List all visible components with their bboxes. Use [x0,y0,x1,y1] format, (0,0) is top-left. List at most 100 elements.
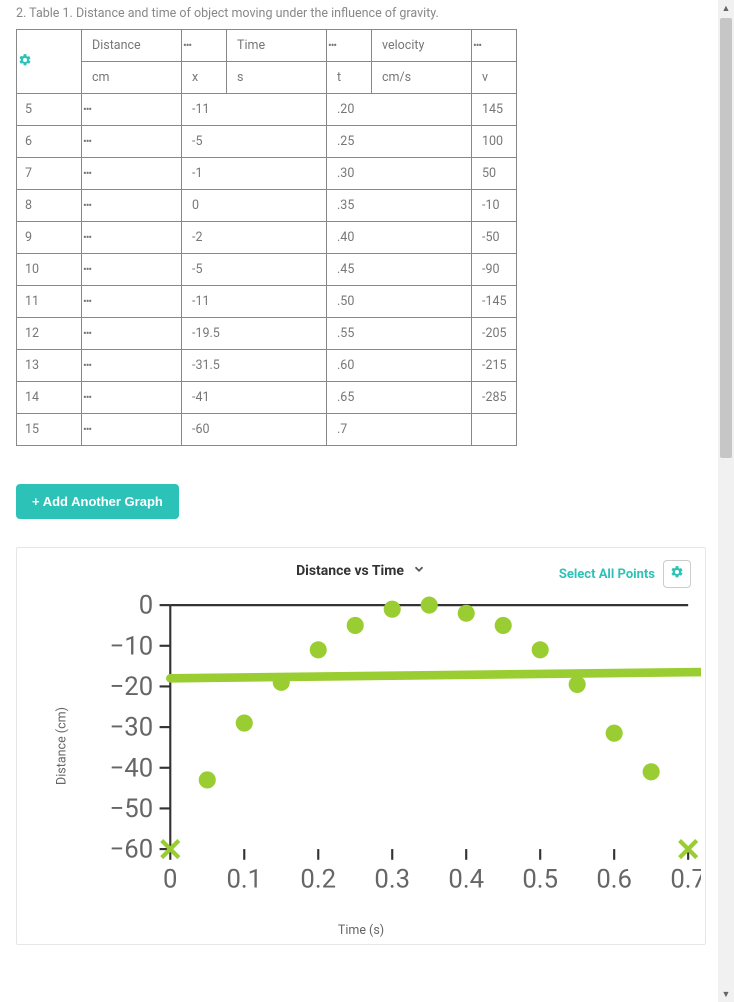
cell-velocity[interactable]: 145 [472,94,517,126]
scroll-thumb[interactable] [720,18,732,458]
row-number: 10 [17,254,82,286]
table-settings-cell[interactable] [17,30,82,94]
table-row: 14••• -41.65-285 [17,382,517,414]
row-menu[interactable]: ••• [82,94,182,126]
chart-card: Distance vs Time Select All Points Dista… [16,547,706,945]
svg-text:0: 0 [163,865,177,895]
sym-distance: x [182,62,227,94]
sym-time: t [327,62,372,94]
scroll-up-button[interactable]: ▲ [718,0,734,16]
more-icon: ••• [83,295,91,308]
cell-distance[interactable]: -11 [182,286,327,318]
chevron-down-icon [412,562,426,580]
table-row: 5•••-11.20145 [17,94,517,126]
cell-distance[interactable]: -31.5 [182,350,327,382]
col-menu-time[interactable]: ••• [327,30,372,62]
select-all-points-button[interactable]: Select All Points [559,567,655,582]
svg-text:0.1: 0.1 [226,865,262,895]
col-menu-velocity[interactable]: ••• [472,30,517,62]
svg-text:0.6: 0.6 [596,865,632,895]
cell-velocity[interactable]: -285 [472,382,517,414]
cell-velocity[interactable]: 100 [472,126,517,158]
more-icon: ••• [183,39,191,52]
more-icon: ••• [83,327,91,340]
chart-settings-button[interactable] [663,560,691,588]
more-icon: ••• [83,103,91,116]
cell-time[interactable]: .30 [327,158,472,190]
cell-time[interactable]: .25 [327,126,472,158]
svg-text:0.4: 0.4 [448,865,484,895]
cell-distance[interactable]: 0 [182,190,327,222]
cell-velocity[interactable]: -215 [472,350,517,382]
cell-distance[interactable]: -1 [182,158,327,190]
col-header-time[interactable]: Time [227,30,327,62]
row-menu[interactable]: ••• [82,222,182,254]
table-row: 8••• 0.35-10 [17,190,517,222]
cell-velocity[interactable]: -10 [472,190,517,222]
row-menu[interactable]: ••• [82,254,182,286]
cell-velocity[interactable] [472,414,517,446]
more-icon: ••• [83,199,91,212]
row-menu[interactable]: ••• [82,286,182,318]
row-number: 8 [17,190,82,222]
cell-time[interactable]: .7 [327,414,472,446]
cell-velocity[interactable]: -205 [472,318,517,350]
cell-time[interactable]: .45 [327,254,472,286]
cell-time[interactable]: .40 [327,222,472,254]
chart-x-axis-label: Time (s) [338,923,384,938]
row-menu[interactable]: ••• [82,318,182,350]
cell-time[interactable]: .55 [327,318,472,350]
row-number: 11 [17,286,82,318]
cell-distance[interactable]: -11 [182,94,327,126]
more-icon: ••• [83,359,91,372]
svg-text:−30: −30 [110,713,154,743]
table-caption: 2. Table 1. Distance and time of object … [16,6,708,21]
table-row: 13•••-31.5.60-215 [17,350,517,382]
cell-distance[interactable]: -5 [182,254,327,286]
svg-text:−40: −40 [110,753,154,783]
svg-text:−10: −10 [110,631,154,661]
chart-plot-area[interactable]: 0−10−20−30−40−50−6000.10.20.30.40.50.60.… [59,588,701,909]
table-row: 10•••-5.45-90 [17,254,517,286]
row-menu[interactable]: ••• [82,382,182,414]
add-graph-button[interactable]: + Add Another Graph [16,484,179,519]
row-menu[interactable]: ••• [82,350,182,382]
table-row: 12••• -19.5.55-205 [17,318,517,350]
row-menu[interactable]: ••• [82,158,182,190]
cell-velocity[interactable]: 50 [472,158,517,190]
cell-distance[interactable]: -5 [182,126,327,158]
row-number: 14 [17,382,82,414]
cell-velocity[interactable]: -90 [472,254,517,286]
table-row: 9•••-2.40-50 [17,222,517,254]
cell-velocity[interactable]: -145 [472,286,517,318]
cell-time[interactable]: .60 [327,350,472,382]
row-menu[interactable]: ••• [82,126,182,158]
svg-text:0.7: 0.7 [670,865,701,895]
cell-distance[interactable]: -2 [182,222,327,254]
cell-time[interactable]: .35 [327,190,472,222]
row-number: 6 [17,126,82,158]
row-number: 12 [17,318,82,350]
vertical-scrollbar[interactable]: ▲ ▼ [718,0,734,1002]
cell-distance[interactable]: -41 [182,382,327,414]
unit-time: s [227,62,327,94]
scroll-down-button[interactable]: ▼ [718,986,734,1002]
svg-text:−20: −20 [110,672,154,702]
cell-distance[interactable]: -19.5 [182,318,327,350]
unit-distance: cm [82,62,182,94]
cell-time[interactable]: .20 [327,94,472,126]
more-icon: ••• [83,391,91,404]
cell-time[interactable]: .65 [327,382,472,414]
more-icon: ••• [83,423,91,436]
row-menu[interactable]: ••• [82,190,182,222]
row-menu[interactable]: ••• [82,414,182,446]
col-header-velocity[interactable]: velocity [372,30,472,62]
svg-text:−60: −60 [110,835,154,865]
col-menu-distance[interactable]: ••• [182,30,227,62]
cell-distance[interactable]: -60 [182,414,327,446]
svg-text:0.5: 0.5 [522,865,558,895]
cell-velocity[interactable]: -50 [472,222,517,254]
unit-velocity: cm/s [372,62,472,94]
col-header-distance[interactable]: Distance [82,30,182,62]
cell-time[interactable]: .50 [327,286,472,318]
